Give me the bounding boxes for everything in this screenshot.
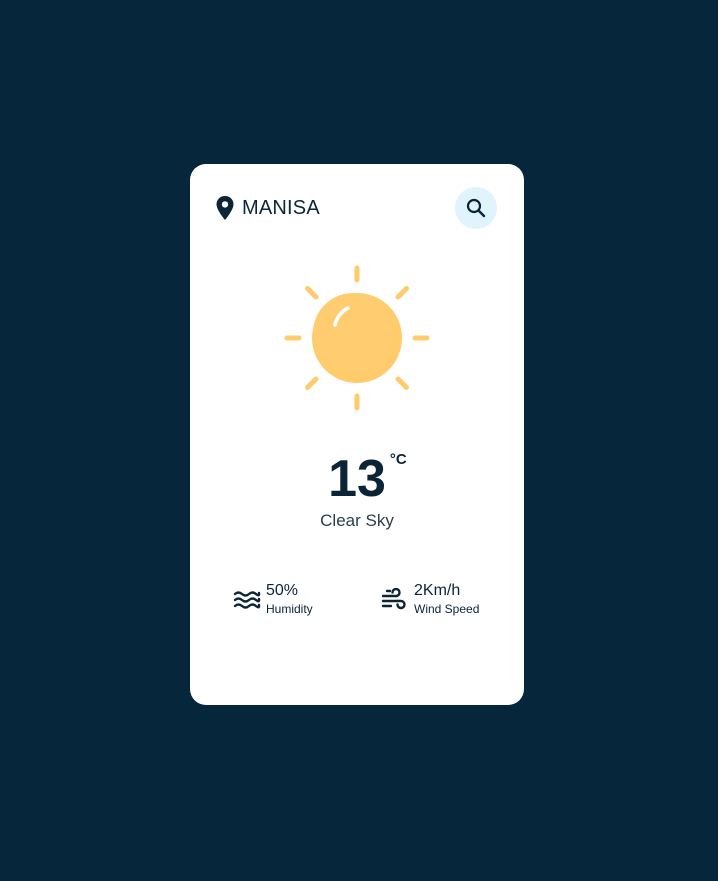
search-icon (466, 198, 486, 218)
wind-icon (381, 588, 406, 610)
weather-card: MANISA 13 °C Clear Sky 50% Humidity 2Km/… (190, 164, 524, 705)
temperature-unit: °C (389, 451, 407, 468)
location: MANISA (216, 195, 320, 221)
search-button[interactable] (455, 187, 497, 229)
wind-label: Wind Speed (414, 602, 480, 616)
temperature: 13 °C (190, 451, 524, 507)
sun-icon (284, 265, 430, 411)
waves-icon (233, 591, 261, 609)
humidity-label: Humidity (266, 602, 313, 616)
wind-stat: 2Km/h Wind Speed (381, 582, 479, 617)
city-name: MANISA (242, 196, 320, 219)
weather-description: Clear Sky (320, 511, 394, 530)
wind-value: 2Km/h (414, 582, 461, 599)
map-pin-icon (216, 196, 234, 220)
humidity-value: 50% (266, 582, 299, 599)
humidity-stat: 50% Humidity (233, 582, 313, 617)
temperature-value: 13 (328, 450, 386, 508)
